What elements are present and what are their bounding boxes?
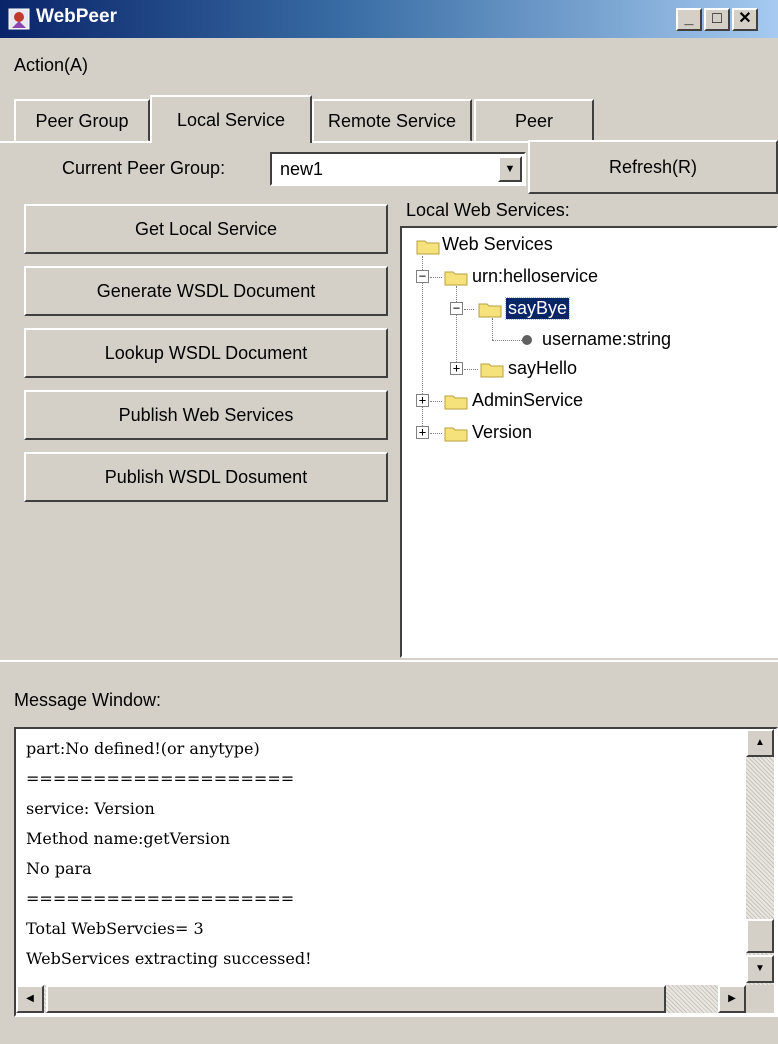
tree-node-helloservice[interactable]: urn:helloservice: [472, 266, 598, 287]
collapse-icon[interactable]: −: [450, 302, 463, 315]
message-line: Total WebServcies= 3: [26, 919, 204, 938]
tree-guide: [492, 318, 493, 340]
lookup-wsdl-button[interactable]: Lookup WSDL Document: [24, 328, 388, 378]
peer-group-label: Current Peer Group:: [62, 158, 226, 178]
folder-icon: [444, 427, 468, 442]
publish-web-services-button[interactable]: Publish Web Services: [24, 390, 388, 440]
tab-peer[interactable]: Peer: [474, 99, 594, 142]
message-window[interactable]: part:No defined!(or anytype) ===========…: [14, 727, 778, 1017]
section-divider: [0, 660, 778, 662]
tree-node-version[interactable]: Version: [472, 422, 532, 443]
dropdown-arrow-icon[interactable]: ▼: [498, 156, 522, 182]
leaf-icon: [522, 335, 532, 345]
maximize-icon: □: [712, 10, 722, 27]
message-line: part:No defined!(or anytype): [26, 739, 260, 758]
tree-guide: [464, 369, 478, 370]
tab-local-service[interactable]: Local Service: [150, 95, 312, 143]
folder-icon: [416, 240, 440, 255]
tree-guide: [492, 340, 522, 341]
tree-node-saybye[interactable]: sayBye: [504, 297, 571, 320]
app-icon: [8, 8, 30, 30]
scroll-left-icon[interactable]: ◀: [16, 985, 44, 1013]
minimize-icon: _: [684, 10, 694, 27]
message-window-label: Message Window:: [14, 690, 162, 710]
tab-remote-service[interactable]: Remote Service: [312, 99, 472, 142]
tree-guide: [430, 401, 442, 402]
tree-guide: [430, 277, 442, 278]
minimize-button[interactable]: _: [676, 8, 702, 31]
vertical-scrollbar[interactable]: ▲ ▼: [746, 729, 774, 985]
tree-node-adminservice[interactable]: AdminService: [472, 390, 583, 411]
message-line: ====================: [26, 769, 295, 788]
menu-action[interactable]: Action(A): [14, 55, 88, 76]
tree-label: Local Web Services:: [406, 200, 570, 220]
folder-icon: [444, 395, 468, 410]
tree-node-sayhello[interactable]: sayHello: [508, 358, 577, 379]
tree-guide: [456, 286, 457, 368]
scroll-thumb[interactable]: [46, 985, 666, 1013]
tree-guide: [464, 309, 474, 310]
scroll-corner: [746, 985, 774, 1013]
tree-node-username[interactable]: username:string: [542, 329, 671, 350]
menu-bar: [0, 38, 778, 90]
message-line: ====================: [26, 889, 295, 908]
expand-icon[interactable]: +: [450, 362, 463, 375]
peer-group-select[interactable]: new1 ▼: [270, 152, 526, 186]
message-line: Method name:getVersion: [26, 829, 231, 848]
message-line: No para: [26, 859, 92, 878]
scroll-thumb[interactable]: [746, 919, 774, 953]
expand-icon[interactable]: +: [416, 394, 429, 407]
folder-icon: [444, 271, 468, 286]
message-line: WebServices extracting successed!: [26, 949, 312, 968]
get-local-service-button[interactable]: Get Local Service: [24, 204, 388, 254]
horizontal-scrollbar[interactable]: ◀ ▶: [16, 985, 746, 1013]
collapse-icon[interactable]: −: [416, 270, 429, 283]
close-icon: ✕: [738, 10, 752, 27]
folder-icon: [480, 363, 504, 378]
message-line: service: Version: [26, 799, 155, 818]
scroll-right-icon[interactable]: ▶: [718, 985, 746, 1013]
tree-guide: [430, 433, 442, 434]
tree-node-root[interactable]: Web Services: [442, 234, 553, 255]
service-tree[interactable]: Web Services − urn:helloservice − sayBye…: [400, 226, 778, 658]
scroll-down-icon[interactable]: ▼: [746, 955, 774, 983]
window-title: WebPeer: [36, 6, 117, 27]
publish-wsdl-button[interactable]: Publish WSDL Dosument: [24, 452, 388, 502]
folder-open-icon: [478, 303, 502, 318]
close-button[interactable]: ✕: [732, 8, 758, 31]
maximize-button[interactable]: □: [704, 8, 730, 31]
generate-wsdl-button[interactable]: Generate WSDL Document: [24, 266, 388, 316]
scroll-up-icon[interactable]: ▲: [746, 729, 774, 757]
refresh-button[interactable]: Refresh(R): [528, 140, 778, 194]
peer-group-value: new1: [280, 159, 324, 179]
tab-peer-group[interactable]: Peer Group: [14, 99, 150, 142]
expand-icon[interactable]: +: [416, 426, 429, 439]
